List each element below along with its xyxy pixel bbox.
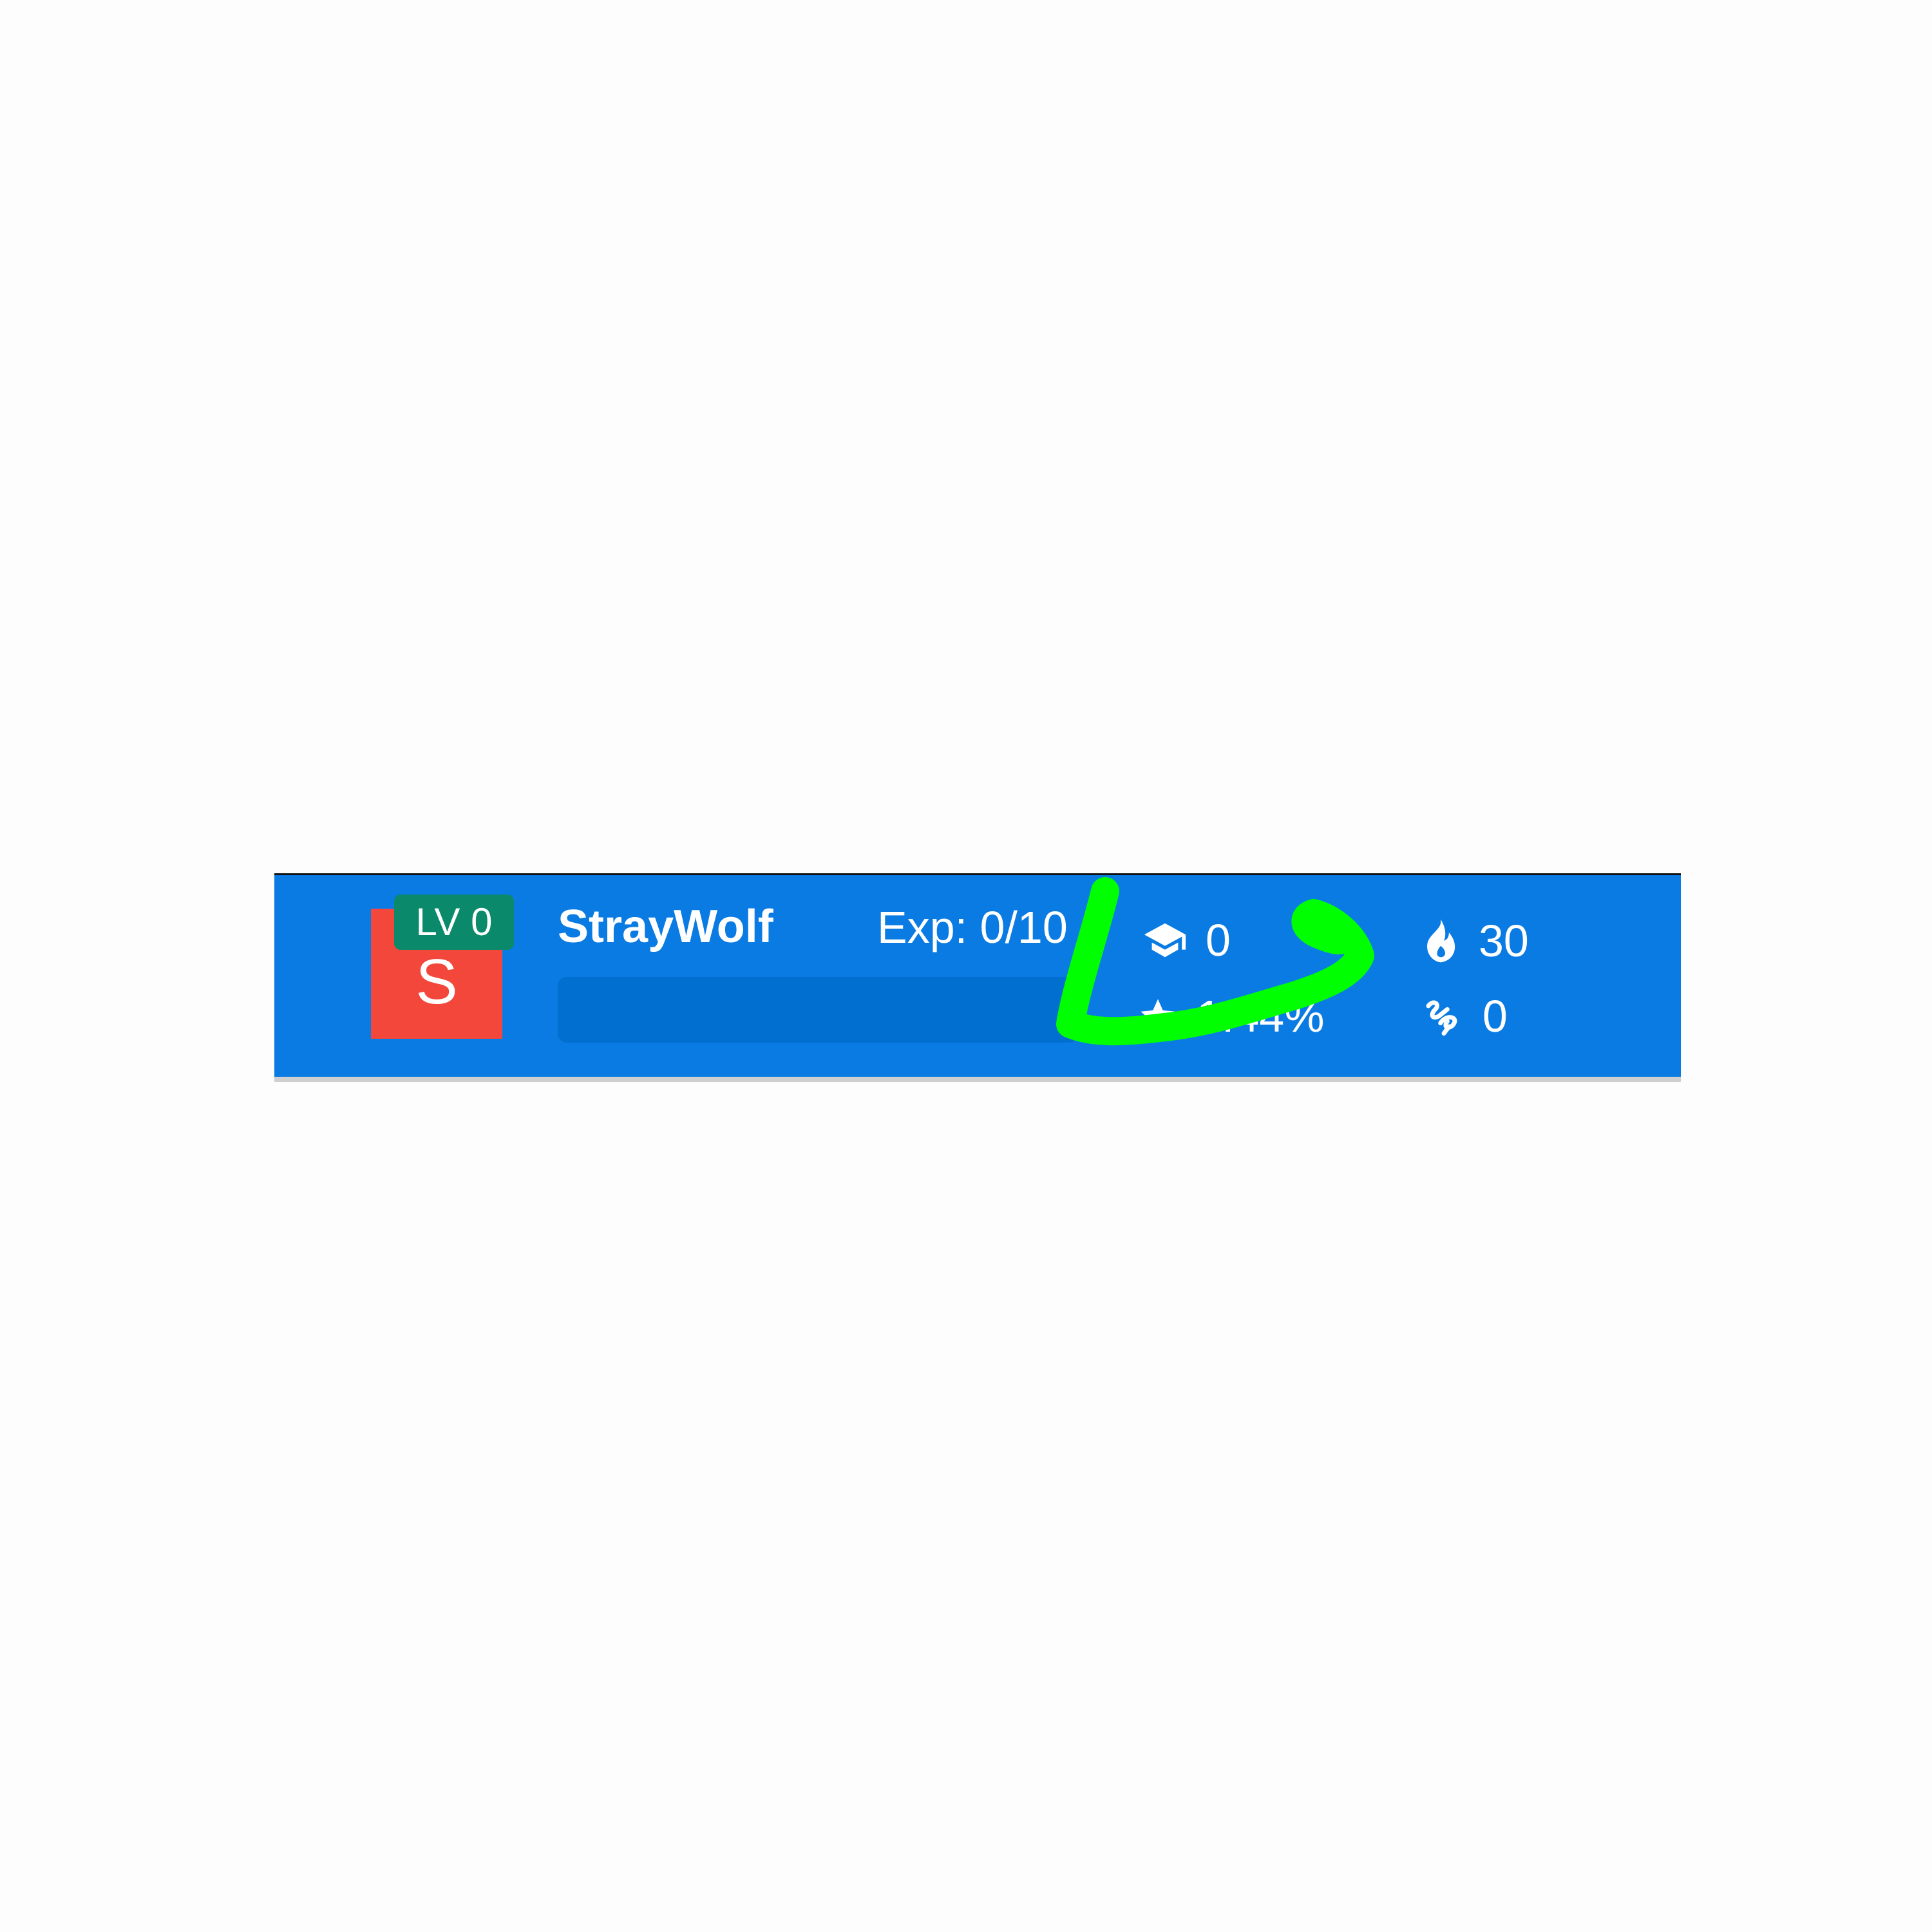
username[interactable]: StrayWolf (558, 904, 773, 950)
level-badge: LV 0 (394, 895, 514, 950)
rate-stat[interactable]: 1.44% (1137, 994, 1324, 1039)
avatar-letter: S (415, 946, 458, 1017)
streak-value: 30 (1479, 916, 1529, 966)
streak-stat[interactable]: 30 (1421, 918, 1529, 964)
exp-progress-bar (558, 977, 1079, 1043)
coin-swirl-icon (1423, 996, 1464, 1037)
profile-header-bar: S LV 0 StrayWolf Exp: 0/10 0 1.44% 30 0 (274, 873, 1681, 1077)
courses-value: 0 (1206, 915, 1231, 965)
rate-value: 1.44% (1197, 991, 1325, 1041)
coins-stat[interactable]: 0 (1423, 994, 1508, 1039)
courses-stat[interactable]: 0 (1142, 918, 1231, 963)
header-bar-shadow (274, 1077, 1681, 1082)
exp-label: Exp: 0/10 (877, 902, 1068, 952)
coins-value: 0 (1482, 991, 1508, 1041)
fire-icon (1421, 918, 1461, 964)
graduation-cap-icon (1142, 918, 1188, 963)
star-icon (1137, 996, 1179, 1037)
